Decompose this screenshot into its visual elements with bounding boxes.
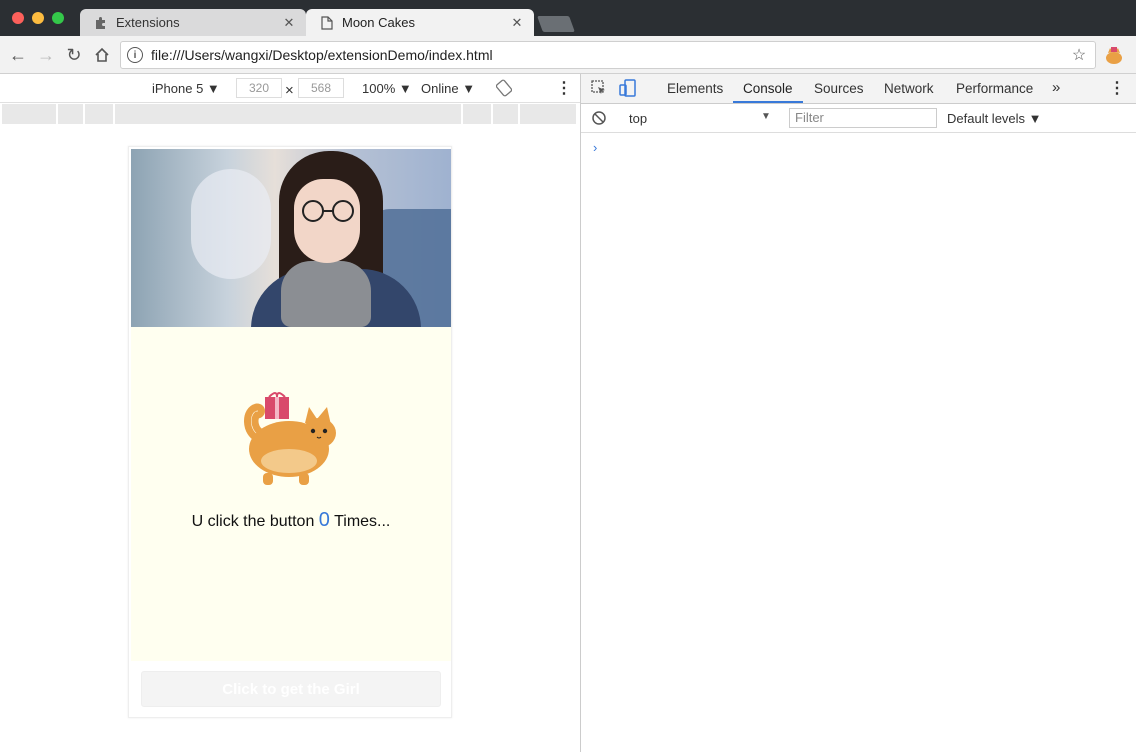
forward-icon[interactable]: → (36, 45, 56, 65)
tab-performance[interactable]: Performance (956, 81, 1033, 96)
close-icon[interactable]: ✕ (510, 15, 524, 31)
tab-title: Moon Cakes (342, 15, 415, 30)
device-select[interactable]: iPhone 5 ▼ (152, 81, 220, 96)
more-options-icon[interactable]: ⋮ (556, 78, 572, 98)
maximize-window-button[interactable] (52, 12, 64, 24)
get-girl-button[interactable]: Click to get the Girl (141, 671, 441, 707)
address-url[interactable]: file:///Users/wangxi/Desktop/extensionDe… (151, 47, 1069, 63)
log-levels-select[interactable]: Default levels ▼ (947, 111, 1042, 126)
devtools-menu-icon[interactable]: ⋮ (1109, 78, 1125, 98)
browser-toolbar: ← → ↻ i file:///Users/wangxi/Desktop/ext… (0, 36, 1136, 74)
minimize-window-button[interactable] (32, 12, 44, 24)
girl-photo (131, 149, 451, 327)
bookmark-star-icon[interactable]: ☆ (1069, 45, 1089, 65)
network-throttle-select[interactable]: Online ▼ (421, 81, 475, 96)
rotate-icon[interactable] (495, 79, 513, 100)
console-toolbar: top ▼ Filter Default levels ▼ (581, 104, 1136, 133)
console-prompt[interactable]: › (593, 140, 597, 155)
close-icon[interactable]: ✕ (282, 15, 296, 31)
device-toolbar: iPhone 5 ▼ 320 × 568 100% ▼ Online ▼ ⋮ (0, 75, 580, 103)
devtools-tabbar: Elements Console Sources Network Perform… (581, 74, 1136, 104)
click-suffix: Times... (334, 513, 391, 530)
zoom-select[interactable]: 100% ▼ (362, 81, 412, 96)
address-bar[interactable]: i file:///Users/wangxi/Desktop/extension… (120, 41, 1096, 69)
tab-elements[interactable]: Elements (667, 81, 723, 96)
reload-icon[interactable]: ↻ (64, 45, 84, 65)
close-window-button[interactable] (12, 12, 24, 24)
puzzle-icon (94, 16, 108, 30)
tab-title: Extensions (116, 15, 180, 30)
inspect-element-icon[interactable] (591, 80, 607, 99)
tab-network[interactable]: Network (884, 81, 934, 96)
click-prefix: U click the button (191, 513, 315, 530)
browser-titlebar: Extensions ✕ Moon Cakes ✕ (0, 0, 1136, 36)
cat-extension-icon[interactable] (1104, 45, 1124, 65)
context-select[interactable]: top (629, 111, 647, 126)
active-tab-indicator (733, 101, 803, 103)
console-filter-input[interactable]: Filter (789, 108, 937, 128)
device-width-input[interactable]: 320 (236, 78, 282, 98)
click-count: 0 (318, 509, 330, 531)
cat-with-gift-icon (244, 392, 336, 485)
click-counter-text: U click the button 0 Times... (131, 509, 451, 532)
page-content: U click the button 0 Times... (131, 327, 451, 661)
new-tab-button[interactable] (537, 16, 575, 32)
back-icon[interactable]: ← (8, 45, 28, 65)
page-icon (320, 15, 334, 30)
tab-sources[interactable]: Sources (814, 81, 864, 96)
device-height-input[interactable]: 568 (298, 78, 344, 98)
device-toggle-icon[interactable] (619, 79, 637, 100)
devtools-panel: Elements Console Sources Network Perform… (580, 74, 1136, 752)
info-icon[interactable]: i (127, 47, 143, 63)
home-icon[interactable] (92, 45, 112, 65)
tab-console[interactable]: Console (743, 81, 793, 96)
dimension-separator-icon: × (285, 82, 294, 99)
more-tabs-icon[interactable]: » (1052, 79, 1060, 96)
tab-moon-cakes[interactable]: Moon Cakes ✕ (306, 9, 534, 36)
context-dropdown-icon[interactable]: ▼ (761, 111, 771, 122)
clear-console-icon[interactable] (591, 110, 607, 129)
device-viewport: U click the button 0 Times... Click to g… (128, 146, 452, 718)
media-query-ruler[interactable] (2, 104, 578, 124)
tab-extensions[interactable]: Extensions ✕ (80, 9, 306, 36)
